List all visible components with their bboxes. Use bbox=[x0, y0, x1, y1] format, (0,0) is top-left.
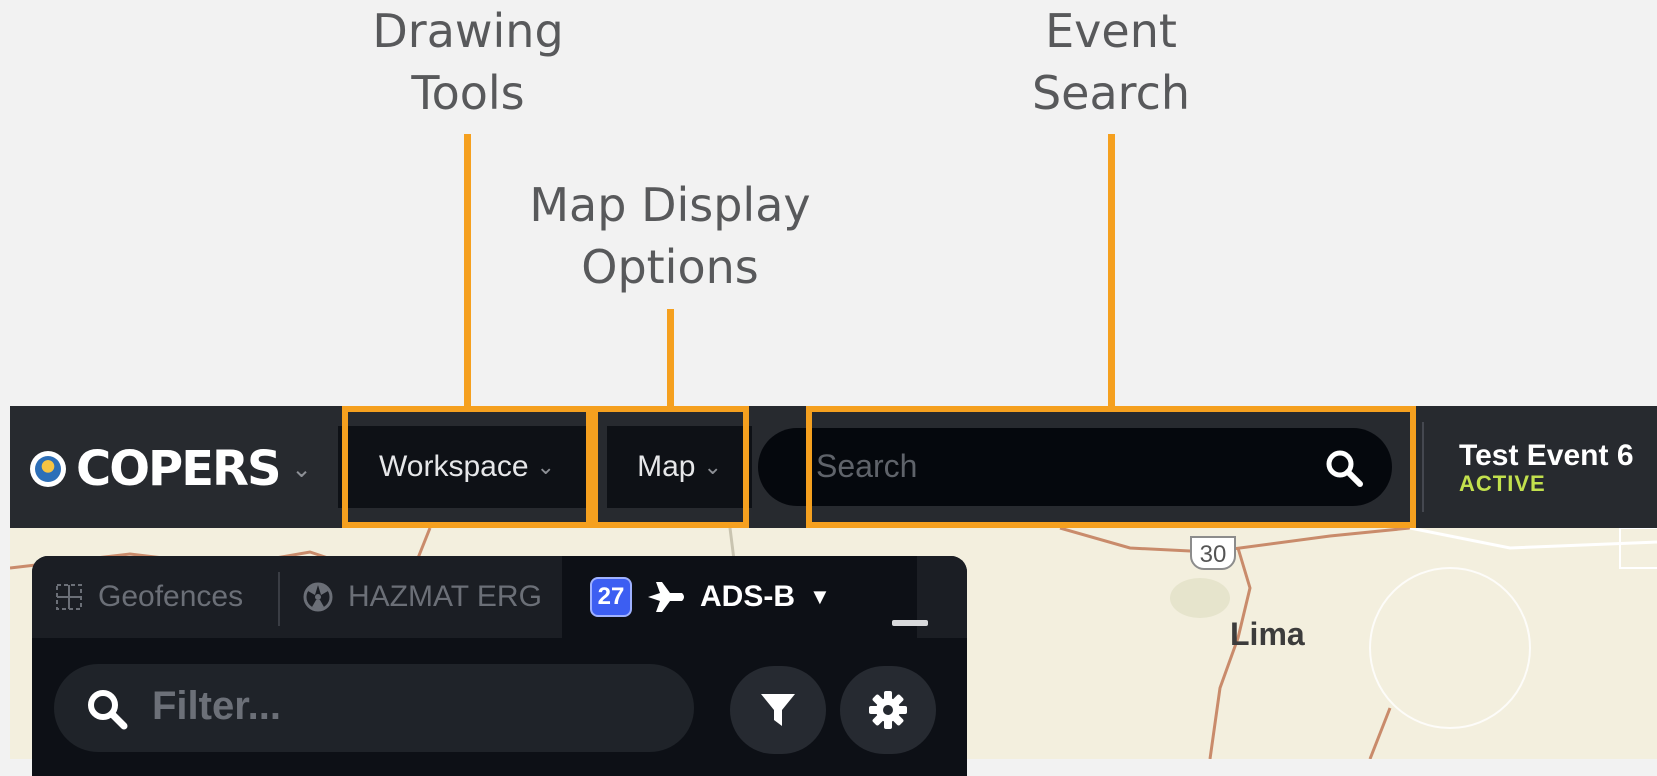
active-event[interactable]: Test Event 6 ACTIVE bbox=[1459, 440, 1634, 496]
highlight-drawing-tools bbox=[342, 406, 592, 528]
panel-tabs: Geofences HAZMAT ERG 27 ADS-B ▼ bbox=[32, 556, 967, 638]
leader-line-event-search bbox=[1108, 134, 1115, 410]
annotation-line: Map Display bbox=[529, 178, 811, 232]
copers-logo-icon bbox=[30, 451, 66, 487]
geofence-grid-icon bbox=[56, 584, 82, 610]
count-badge: 27 bbox=[590, 577, 632, 617]
highlight-map-display bbox=[592, 406, 749, 528]
navbar-divider bbox=[1422, 422, 1424, 512]
brand-name: COPERS bbox=[76, 441, 282, 497]
brand-logo[interactable]: COPERS ⌄ bbox=[30, 441, 312, 497]
gear-icon bbox=[869, 691, 907, 729]
annotation-line: Search bbox=[1031, 66, 1191, 120]
event-status: ACTIVE bbox=[1459, 471, 1546, 496]
tab-label: ADS-B bbox=[700, 580, 795, 613]
filter-button[interactable] bbox=[730, 666, 826, 754]
leader-line-map-display bbox=[667, 309, 674, 410]
tab-divider bbox=[278, 572, 280, 626]
annotation-line: Event bbox=[1045, 4, 1177, 58]
annotation-line: Tools bbox=[411, 66, 525, 120]
annotation-line: Drawing bbox=[372, 4, 564, 58]
leader-line-drawing-tools bbox=[464, 134, 471, 410]
settings-button[interactable] bbox=[840, 666, 936, 754]
minimize-icon[interactable] bbox=[892, 620, 928, 626]
chevron-down-icon: ⌄ bbox=[291, 455, 312, 483]
hazmat-icon bbox=[303, 582, 333, 612]
tab-ads-b[interactable]: 27 ADS-B ▼ bbox=[562, 556, 917, 638]
funnel-icon bbox=[761, 694, 795, 726]
tab-label: Geofences bbox=[98, 580, 244, 613]
airplane-icon bbox=[648, 582, 684, 612]
event-name: Test Event 6 bbox=[1459, 439, 1634, 472]
tab-label: HAZMAT ERG bbox=[348, 580, 542, 613]
tab-hazmat-erg[interactable]: HAZMAT ERG bbox=[302, 556, 542, 638]
filter-placeholder: Filter... bbox=[152, 684, 281, 728]
filter-input[interactable]: Filter... bbox=[54, 664, 694, 752]
tab-geofences[interactable]: Geofences bbox=[54, 556, 243, 638]
layers-panel: Geofences HAZMAT ERG 27 ADS-B ▼ Filter..… bbox=[32, 556, 967, 776]
caret-down-icon: ▼ bbox=[809, 584, 831, 609]
annotation-line: Options bbox=[581, 240, 759, 294]
route-shield: 30 bbox=[1190, 536, 1236, 570]
search-icon bbox=[86, 688, 128, 734]
highlight-event-search bbox=[806, 406, 1416, 528]
city-label: Lima bbox=[1230, 616, 1305, 652]
